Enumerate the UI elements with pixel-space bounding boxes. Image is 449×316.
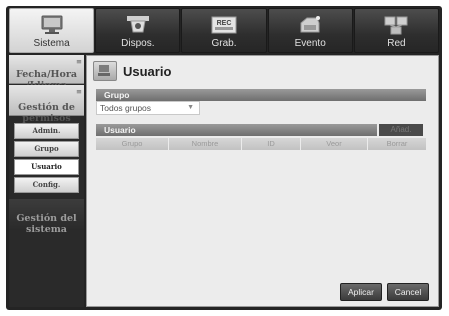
column-header-borrar: Borrar: [368, 138, 426, 150]
chevron-down-icon: ▼: [187, 104, 194, 111]
network-icon: [384, 16, 408, 35]
sidebar-item-label: Admin.: [32, 126, 61, 135]
user-label: Usuario: [104, 125, 136, 135]
column-header-id: ID: [242, 138, 300, 150]
tab-grabacion[interactable]: REC Grab.: [181, 8, 267, 53]
group-select[interactable]: Todos grupos ▼: [96, 101, 200, 115]
sidebar-item-usuario[interactable]: Usuario: [14, 159, 79, 175]
sidebar-item-label: Grupo: [34, 144, 59, 153]
expand-icon: ≡: [76, 87, 82, 96]
group-header: Grupo: [96, 89, 426, 101]
tab-label: Grab.: [211, 38, 237, 49]
tab-dispositivos[interactable]: Dispos.: [95, 8, 181, 53]
group-select-value: Todos grupos: [100, 103, 152, 113]
tab-evento[interactable]: Evento: [267, 8, 353, 53]
event-icon: [300, 16, 321, 33]
sidebar-item-label: Config.: [32, 180, 61, 189]
sidebar-item-label: Gestión de permisos: [18, 102, 75, 124]
tab-label: Dispos.: [121, 38, 155, 49]
sidebar: Fecha/Hora /Idioma ≡ Gestión de permisos…: [9, 55, 84, 307]
tab-label: Red: [387, 38, 406, 49]
group-label: Grupo: [104, 90, 130, 100]
tab-sistema[interactable]: Sistema: [9, 8, 95, 53]
sidebar-item-gestion-permisos[interactable]: Gestión de permisos ≡: [9, 85, 84, 124]
page-title: Usuario: [123, 64, 172, 79]
tab-label: Evento: [294, 38, 326, 49]
expand-icon: ≡: [76, 57, 82, 66]
top-navigation: Sistema Dispos. REC Grab. Evento Red: [9, 8, 440, 53]
tab-label: Sistema: [33, 38, 70, 49]
sidebar-item-fecha-hora[interactable]: Fecha/Hora /Idioma ≡: [9, 55, 84, 91]
rec-badge: REC: [217, 20, 232, 27]
recorder-icon: REC: [211, 16, 237, 34]
sidebar-item-label: Gestión del sistema: [16, 213, 77, 235]
sidebar-item-config[interactable]: Config.: [14, 177, 79, 193]
sidebar-item-label: Usuario: [31, 162, 62, 171]
sidebar-item-gestion-sistema[interactable]: Gestión del sistema: [9, 199, 84, 235]
sidebar-item-grupo[interactable]: Grupo: [14, 141, 79, 157]
main-panel: Usuario Grupo Todos grupos ▼ Usuario Aña…: [86, 55, 439, 307]
user-table-header: Grupo Nombre ID Veor Borrar: [96, 138, 426, 150]
user-header: Usuario: [96, 124, 377, 136]
column-header-grupo: Grupo: [96, 138, 168, 150]
monitor-icon: [41, 15, 63, 34]
column-header-nombre: Nombre: [169, 138, 241, 150]
apply-button[interactable]: Aplicar: [340, 283, 382, 301]
column-header-ver: Veor: [301, 138, 367, 150]
tab-red[interactable]: Red: [353, 8, 440, 53]
add-user-button[interactable]: Añad.: [379, 124, 423, 136]
user-icon: [93, 61, 117, 81]
camera-icon: [126, 16, 149, 33]
cancel-button[interactable]: Cancel: [387, 283, 429, 301]
dvr-menu-window: Sistema Dispos. REC Grab. Evento Red Fec…: [6, 6, 442, 310]
sidebar-item-admin[interactable]: Admin.: [14, 123, 79, 139]
